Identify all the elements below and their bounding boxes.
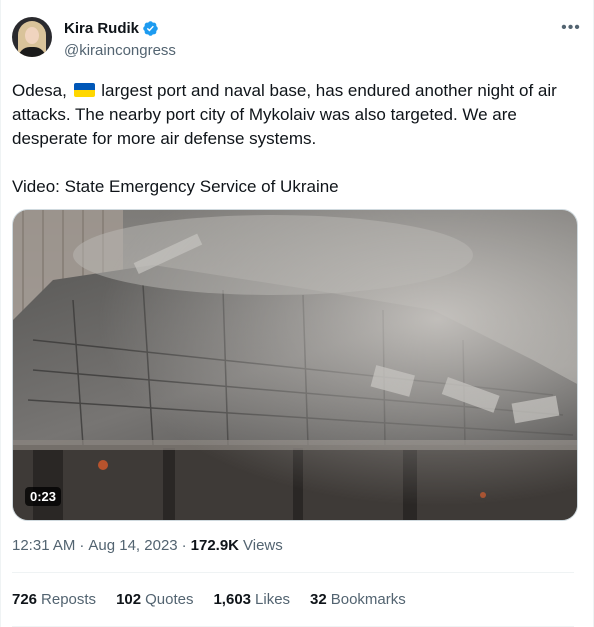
avatar[interactable] (12, 17, 52, 57)
quotes-label: Quotes (145, 591, 194, 608)
meta-separator: · (181, 537, 187, 554)
tweet-meta: 12:31 AM · Aug 14, 2023 · 172.9K Views (12, 537, 283, 554)
author-display-name[interactable]: Kira Rudik (64, 20, 139, 37)
tweet-text-prefix: Odesa, (12, 81, 67, 100)
avatar-face (25, 27, 39, 44)
bookmarks-count: 32 (310, 591, 327, 608)
author-names: Kira Rudik @kiraincongress (64, 19, 176, 59)
ukraine-flag-icon (73, 83, 95, 97)
views-count: 172.9K (190, 537, 240, 554)
reposts-label: Reposts (41, 591, 97, 608)
reposts-stat[interactable]: 726 Reposts (12, 591, 96, 608)
tweet-time[interactable]: 12:31 AM (12, 537, 75, 554)
video-thumbnail (13, 210, 577, 520)
likes-label: Likes (255, 591, 291, 608)
divider (12, 572, 574, 573)
display-name-row: Kira Rudik (64, 19, 176, 38)
tweet-date[interactable]: Aug 14, 2023 (88, 537, 177, 554)
tweet-text: Odesa, largest port and naval base, has … (12, 79, 572, 199)
bookmarks-stat[interactable]: 32 Bookmarks (310, 591, 406, 608)
reposts-count: 726 (12, 591, 38, 608)
video-player[interactable]: 0:23 (12, 209, 578, 521)
views-label: Views (243, 537, 283, 554)
tweet-paragraph: Odesa, largest port and naval base, has … (12, 79, 572, 151)
engagement-stats: 726 Reposts 102 Quotes 1,603 Likes 32 Bookma… (12, 591, 426, 608)
author-handle[interactable]: @kiraincongress (64, 42, 176, 59)
tweet-header: Kira Rudik @kiraincongress ••• (12, 17, 582, 61)
quotes-stat[interactable]: 102 Quotes (116, 591, 193, 608)
video-credit: Video: State Emergency Service of Ukrain… (12, 177, 339, 196)
verified-badge-icon (143, 21, 158, 36)
meta-separator: · (79, 537, 85, 554)
likes-stat[interactable]: 1,603 Likes (213, 591, 290, 608)
quotes-count: 102 (116, 591, 142, 608)
likes-count: 1,603 (213, 591, 252, 608)
video-duration: 0:23 (25, 487, 62, 506)
tweet-card: Kira Rudik @kiraincongress ••• Odesa, la… (0, 0, 594, 627)
bookmarks-label: Bookmarks (330, 591, 406, 608)
more-options-icon[interactable]: ••• (560, 17, 582, 39)
